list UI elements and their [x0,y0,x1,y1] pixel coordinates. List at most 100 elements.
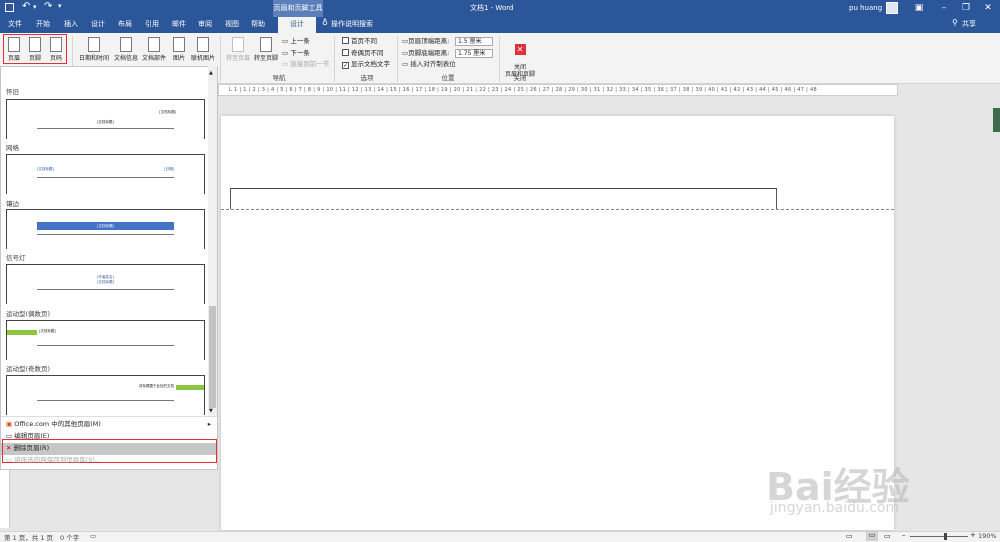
navigation-group-label: 导航 [272,74,286,82]
menu-save-to-gallery-label: 将所选内容保存到页眉库(S)... [14,456,102,464]
scroll-down-icon[interactable]: ▼ [209,408,213,414]
print-layout-icon[interactable]: ▭ [866,531,878,541]
context-tab-header: 页眉和页脚工具 [273,0,323,17]
previous-button[interactable]: ▭ 上一条 [282,37,310,47]
footer-bottom-distance-input[interactable]: 1.75 厘米 [455,49,493,58]
date-time-button[interactable]: 日期和时间 [78,36,110,66]
checkbox-icon [342,49,349,56]
previous-icon: ▭ [282,37,291,45]
quick-parts-icon [148,37,160,52]
close-group-label: 关闭 [513,74,527,82]
menu-office-more-headers-label: Office.com 中的其他页眉(M) [14,420,101,428]
goto-footer-button[interactable]: 转至页脚 [252,36,280,66]
tell-me-search[interactable]: 操作说明搜索 [331,17,373,33]
avatar[interactable] [886,2,898,14]
ribbon-display-options-icon[interactable]: ▣ [909,0,929,17]
header-bottom-border [230,188,777,189]
tab-view[interactable]: 视图 [221,17,243,33]
link-icon: ▭ [282,60,291,68]
menu-save-to-gallery[interactable]: ▭ 将所选内容保存到页眉库(S)... [6,455,101,467]
scroll-up-icon[interactable]: ▲ [209,70,213,76]
next-button[interactable]: ▭ 下一条 [282,49,310,59]
checkmark-icon: ✓ [342,62,349,69]
tab-review[interactable]: 审阅 [194,17,216,33]
different-odd-even-checkbox[interactable]: 奇偶页不同 [342,49,384,59]
show-document-text-checkbox[interactable]: ✓ 显示文档文字 [342,60,390,70]
header-box-left [230,188,231,209]
zoom-slider-thumb[interactable] [944,533,947,540]
goto-footer-icon [260,37,272,52]
goto-header-button[interactable]: 转至页眉 [224,36,252,66]
header-page-icon [8,37,20,52]
document-title: 文档1 - Word [470,4,514,12]
undo-icon[interactable]: ↶ [22,1,30,12]
header-style-thumbnail[interactable]: [文档标题] [6,320,205,360]
different-first-page-checkbox[interactable]: 首页不同 [342,37,377,47]
restore-icon[interactable]: ❐ [956,0,976,17]
gallery-category: 镶边 [6,200,19,208]
online-pictures-button[interactable]: 联机图片 [190,36,216,66]
tab-design-doc[interactable]: 设计 [87,17,109,33]
header-button[interactable]: 页眉 [4,36,24,66]
online-picture-icon [197,37,209,52]
tab-header-footer-design[interactable]: 设计 [278,17,316,33]
page-number-label: 页码 [49,55,62,62]
minimize-icon[interactable]: – [934,0,954,17]
options-group-label: 选项 [360,74,374,82]
zoom-level[interactable]: 190% [978,532,997,540]
insert-alignment-tab-button[interactable]: ▭ 插入对齐制表位 [402,60,456,70]
menu-remove-header-label: 删除页眉(R) [13,444,50,452]
zoom-in-icon[interactable]: + [970,531,976,539]
insert-alignment-tab-label: 插入对齐制表位 [410,60,456,68]
header-button-label: 页眉 [7,55,20,62]
footer-button[interactable]: 页脚 [24,36,46,66]
page-count[interactable]: 第 1 页，共 1 页 [4,532,53,542]
header-style-thumbnail[interactable]: 将标题置于此处的文档 [6,375,205,415]
link-previous-label: 链接到前一节 [290,60,330,68]
link-previous-button[interactable]: ▭ 链接到前一节 [282,60,329,70]
different-odd-even-label: 奇偶页不同 [351,49,384,57]
save-icon[interactable] [5,3,14,12]
tab-insert[interactable]: 插入 [60,17,82,33]
word-count[interactable]: 0 个字 [60,532,79,542]
side-tab-handle[interactable] [993,108,1000,132]
header-style-thumbnail[interactable]: [作者姓名] [文档标题] [6,264,205,304]
next-icon: ▭ [282,49,291,57]
zoom-slider[interactable] [910,536,968,537]
tab-home[interactable]: 开始 [32,17,54,33]
doc-info-button[interactable]: 文档信息 [112,36,140,66]
user-name[interactable]: pu huang [849,0,882,17]
zoom-out-icon[interactable]: – [902,531,906,539]
web-layout-icon[interactable]: ▭ [884,532,891,540]
read-mode-icon[interactable]: ▭ [846,532,853,540]
redo-icon[interactable]: ↷ [44,1,52,12]
header-style-thumbnail[interactable]: [文档标题] [6,209,205,249]
next-label: 下一条 [290,49,310,57]
checkbox-icon [342,37,349,44]
tab-file[interactable]: 文件 [4,17,26,33]
pictures-button[interactable]: 图片 [168,36,190,66]
menu-office-more-headers[interactable]: ▣ Office.com 中的其他页眉(M) ▸ [6,419,211,431]
close-window-icon[interactable]: ✕ [978,0,998,17]
menu-remove-header[interactable]: ✕ 删除页眉(R) [6,443,49,455]
close-header-footer-button[interactable]: ✕ 关闭 页眉和页脚 [502,37,538,78]
header-top-distance-input[interactable]: 1.5 厘米 [455,37,493,46]
gallery-category: 运动型(偶数页) [6,310,51,318]
share-button[interactable]: 共享 [962,17,976,33]
tab-layout[interactable]: 布局 [114,17,136,33]
tab-help[interactable]: 帮助 [247,17,269,33]
customize-qat-icon[interactable]: ▾ [58,2,62,10]
gallery-category: 信号灯 [6,254,26,262]
horizontal-ruler[interactable]: L 1 | 1 | 2 | 3 | 4 | 5 | 6 | 7 | 8 | 9 … [218,84,898,96]
tab-references[interactable]: 引用 [141,17,163,33]
header-style-thumbnail[interactable]: [文档标题] [文档标题] [6,99,205,139]
position-group-label: 位置 [441,74,455,82]
header-top-distance-label: ▭页眉顶端距离: [402,37,450,45]
page-number-button[interactable]: 页码 [46,36,66,66]
quick-parts-button[interactable]: 文档部件 [140,36,168,66]
header-style-thumbnail[interactable]: [文档标题] [日期] [6,154,205,194]
undo-dropdown-icon[interactable]: ▾ [33,3,37,11]
tab-mailings[interactable]: 邮件 [168,17,190,33]
gallery-scroll-thumb[interactable] [209,306,216,408]
proofing-icon[interactable]: ▭ [90,532,96,540]
